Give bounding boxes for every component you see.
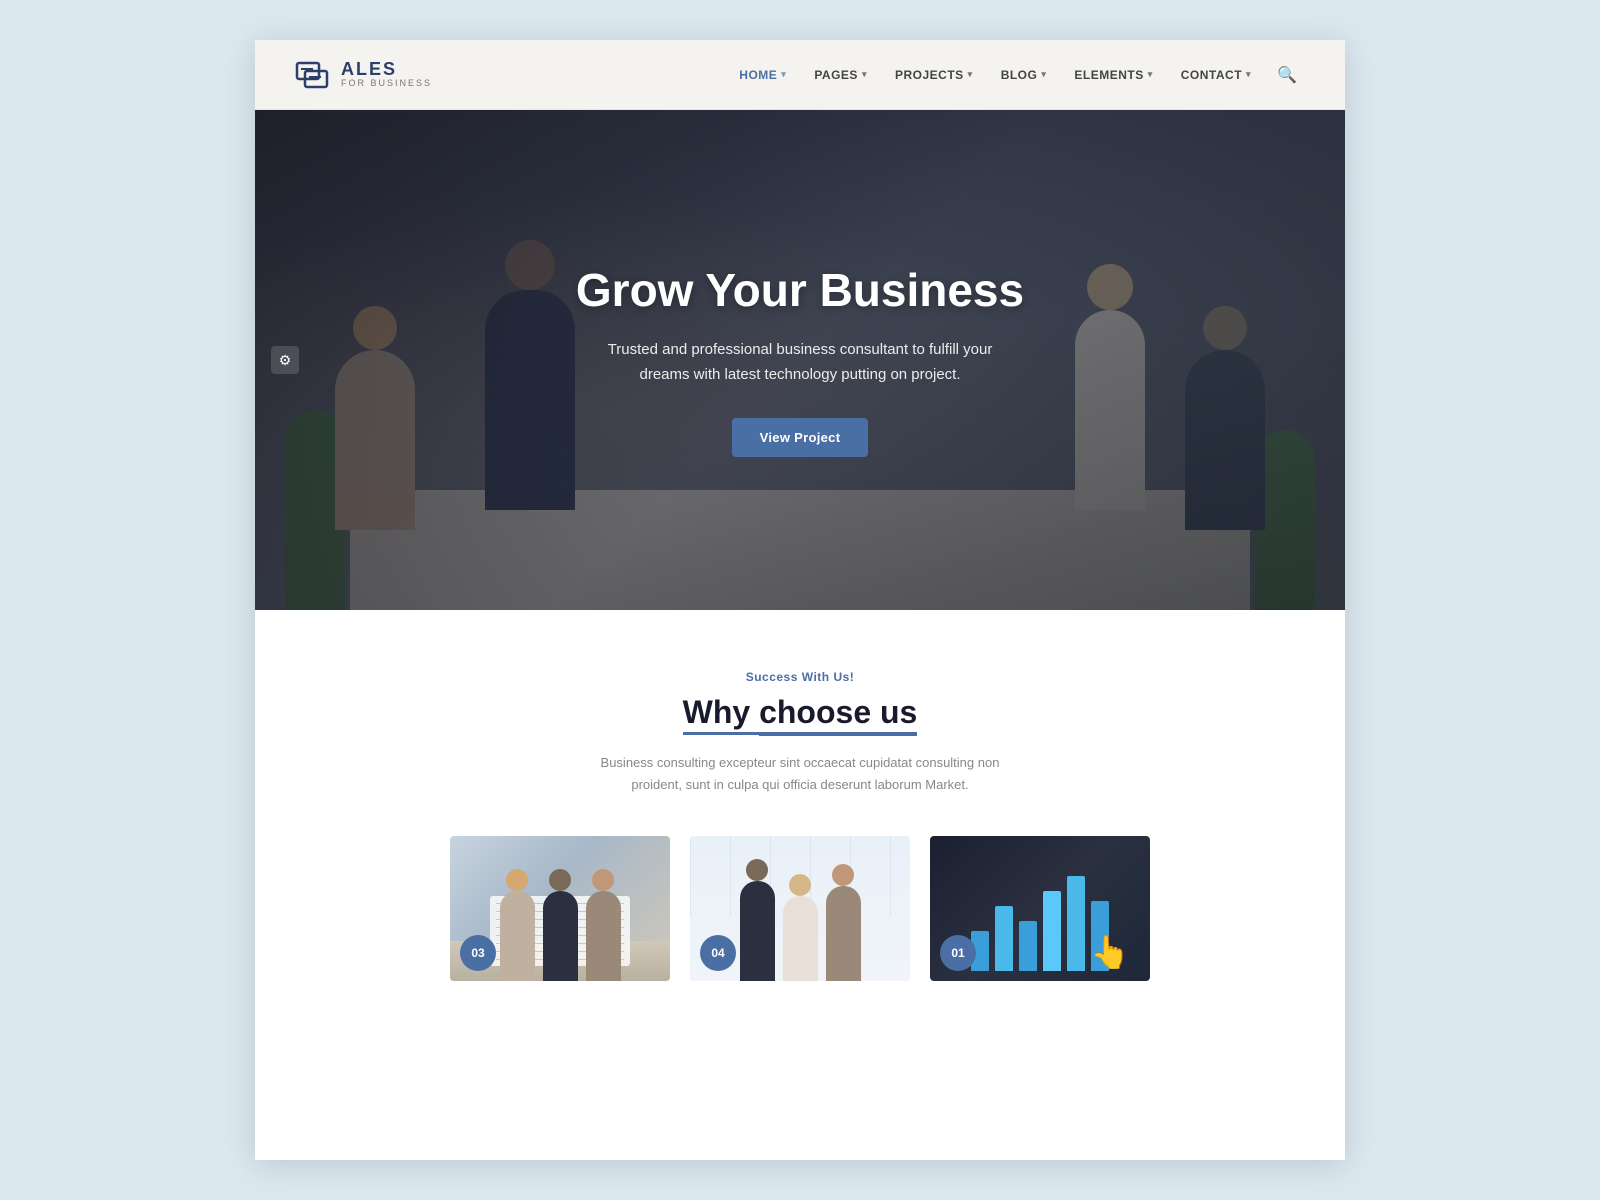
logo-text: ALES FOR BUSINESS [341, 60, 432, 90]
bar-2 [995, 906, 1013, 971]
nav-link-contact[interactable]: CONTACT ▾ [1171, 60, 1261, 90]
hand-pointer-icon: 👆 [1090, 933, 1130, 971]
chevron-down-icon: ▾ [968, 69, 973, 80]
nav-item-contact[interactable]: CONTACT ▾ [1171, 60, 1261, 90]
card-3: 👆 01 [930, 836, 1150, 981]
nav-item-home[interactable]: HOME ▾ [729, 60, 796, 90]
settings-widget[interactable]: ⚙ [271, 346, 299, 374]
brand-tagline: FOR BUSINESS [341, 79, 432, 89]
chevron-down-icon: ▾ [1148, 69, 1153, 80]
page-wrapper: ALES FOR BUSINESS HOME ▾ PAGES ▾ PROJECT… [255, 40, 1345, 1160]
title-highlight: choose us [759, 694, 917, 736]
mini-person [783, 896, 818, 981]
bar-5 [1067, 876, 1085, 971]
hero-subtitle: Trusted and professional business consul… [590, 337, 1010, 388]
brand-name: ALES [341, 60, 432, 80]
mini-person [500, 891, 535, 981]
chevron-down-icon: ▾ [862, 69, 867, 80]
nav-item-search[interactable]: 🔍 [1269, 57, 1305, 93]
nav-item-pages[interactable]: PAGES ▾ [804, 60, 877, 90]
why-choose-us-section: Success With Us! Why choose us Business … [255, 610, 1345, 1021]
card-2: 04 [690, 836, 910, 981]
bar-3 [1019, 921, 1037, 971]
nav-item-projects[interactable]: PROJECTS ▾ [885, 60, 983, 90]
chevron-down-icon: ▾ [1041, 69, 1046, 80]
hero-section: ⚙ Grow Your Business Trusted and profess… [255, 110, 1345, 610]
hero-title: Grow Your Business [576, 263, 1024, 318]
mini-person [586, 891, 621, 981]
chevron-down-icon: ▾ [1246, 69, 1251, 80]
mini-person [740, 881, 775, 981]
nav-link-blog[interactable]: BLOG ▾ [991, 60, 1057, 90]
card-badge-1: 03 [460, 935, 496, 971]
card-1: 03 [450, 836, 670, 981]
nav-item-blog[interactable]: BLOG ▾ [991, 60, 1057, 90]
logo-link[interactable]: ALES FOR BUSINESS [295, 57, 432, 93]
mini-person [826, 886, 861, 981]
nav-link-home[interactable]: HOME ▾ [729, 60, 796, 90]
chevron-down-icon: ▾ [781, 69, 786, 80]
nav-link-elements[interactable]: ELEMENTS ▾ [1064, 60, 1162, 90]
card-badge-3: 01 [940, 935, 976, 971]
section-description: Business consulting excepteur sint occae… [590, 752, 1010, 796]
bar-4 [1043, 891, 1061, 971]
mini-person [543, 891, 578, 981]
navbar: ALES FOR BUSINESS HOME ▾ PAGES ▾ PROJECT… [255, 40, 1345, 110]
card-badge-2: 04 [700, 935, 736, 971]
section-title: Why choose us [295, 694, 1305, 736]
nav-item-elements[interactable]: ELEMENTS ▾ [1064, 60, 1162, 90]
view-project-button[interactable]: View Project [732, 418, 869, 457]
section-tagline: Success With Us! [295, 670, 1305, 684]
hero-content: Grow Your Business Trusted and professio… [255, 110, 1345, 610]
nav-link-projects[interactable]: PROJECTS ▾ [885, 60, 983, 90]
nav-link-pages[interactable]: PAGES ▾ [804, 60, 877, 90]
nav-links: HOME ▾ PAGES ▾ PROJECTS ▾ BLOG ▾ [729, 57, 1305, 93]
logo-icon [295, 57, 331, 93]
search-button[interactable]: 🔍 [1269, 57, 1305, 93]
cards-row: 03 04 [295, 836, 1305, 1001]
